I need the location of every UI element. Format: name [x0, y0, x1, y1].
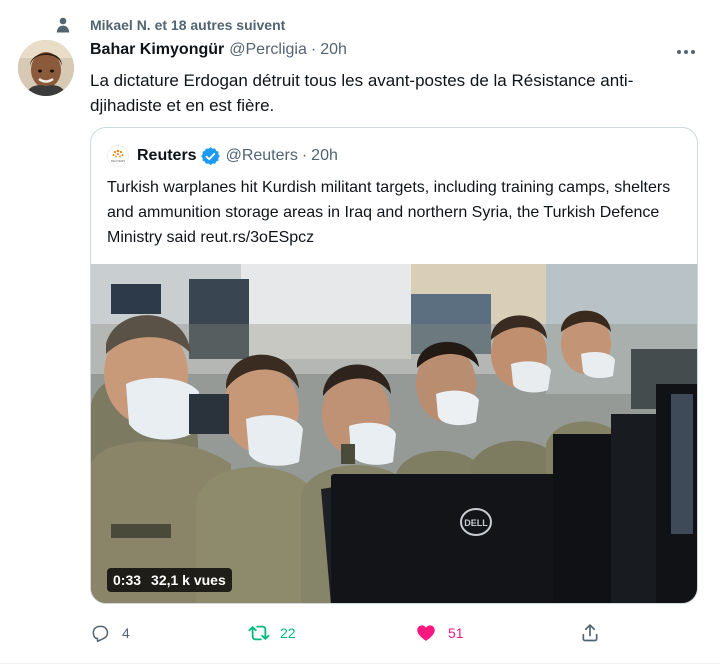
video-views: 32,1 k vues	[151, 572, 226, 588]
avatar[interactable]	[18, 40, 74, 96]
reply-count: 4	[122, 625, 130, 641]
more-dot-icon	[684, 50, 688, 54]
more-dot-icon	[691, 50, 695, 54]
svg-text:DELL: DELL	[464, 518, 488, 528]
like-count: 51	[448, 625, 464, 641]
social-context: Mikael N. et 18 autres suivent	[56, 16, 285, 34]
heart-icon	[416, 623, 436, 643]
video-info-badge: 0:33 32,1 k vues	[107, 568, 232, 592]
video-duration: 0:33	[113, 572, 142, 588]
author-handle[interactable]: @Percligia	[229, 41, 307, 59]
tweet-card[interactable]: Mikael N. et 18 autres suivent Bahar Kim…	[0, 0, 720, 664]
author-name[interactable]: Bahar Kimyongür	[90, 41, 224, 59]
quote-author-name[interactable]: Reuters	[137, 147, 197, 165]
share-button[interactable]	[580, 620, 600, 646]
retweet-button[interactable]: 22	[248, 620, 296, 646]
tweet-text: La dictature Erdogan détruit tous les av…	[90, 71, 634, 115]
retweet-count: 22	[280, 625, 296, 641]
svg-text:REUTERS: REUTERS	[111, 159, 125, 163]
more-dot-icon	[677, 50, 681, 54]
tweet-header: Bahar Kimyongür @Percligia · 20h	[90, 41, 347, 59]
reply-icon	[90, 623, 110, 643]
quote-time[interactable]: 20h	[311, 147, 338, 165]
retweet-icon	[248, 623, 270, 643]
video-player[interactable]: DELL	[91, 264, 697, 603]
tweet-actions: 4 22 51	[90, 620, 700, 646]
like-button[interactable]: 51	[416, 620, 464, 646]
share-icon	[580, 623, 600, 643]
quoted-tweet[interactable]: REUTERS Reuters @Reuters · 20h Turkish w…	[90, 127, 698, 604]
quote-text: Turkish warplanes hit Kurdish militant t…	[107, 179, 671, 246]
tweet-time[interactable]: 20h	[320, 41, 347, 59]
reply-button[interactable]: 4	[90, 620, 130, 646]
separator: ·	[310, 41, 317, 58]
social-context-text[interactable]: Mikael N. et 18 autres suivent	[90, 17, 285, 33]
quote-author-handle[interactable]: @Reuters	[226, 147, 298, 165]
reuters-avatar[interactable]: REUTERS	[107, 145, 129, 167]
video-thumbnail: DELL	[91, 264, 697, 603]
person-icon	[56, 17, 70, 33]
verified-badge-icon	[200, 146, 220, 166]
quote-separator: ·	[301, 147, 308, 164]
more-options-button[interactable]	[668, 40, 704, 64]
quote-header: REUTERS Reuters @Reuters · 20h	[107, 145, 338, 167]
